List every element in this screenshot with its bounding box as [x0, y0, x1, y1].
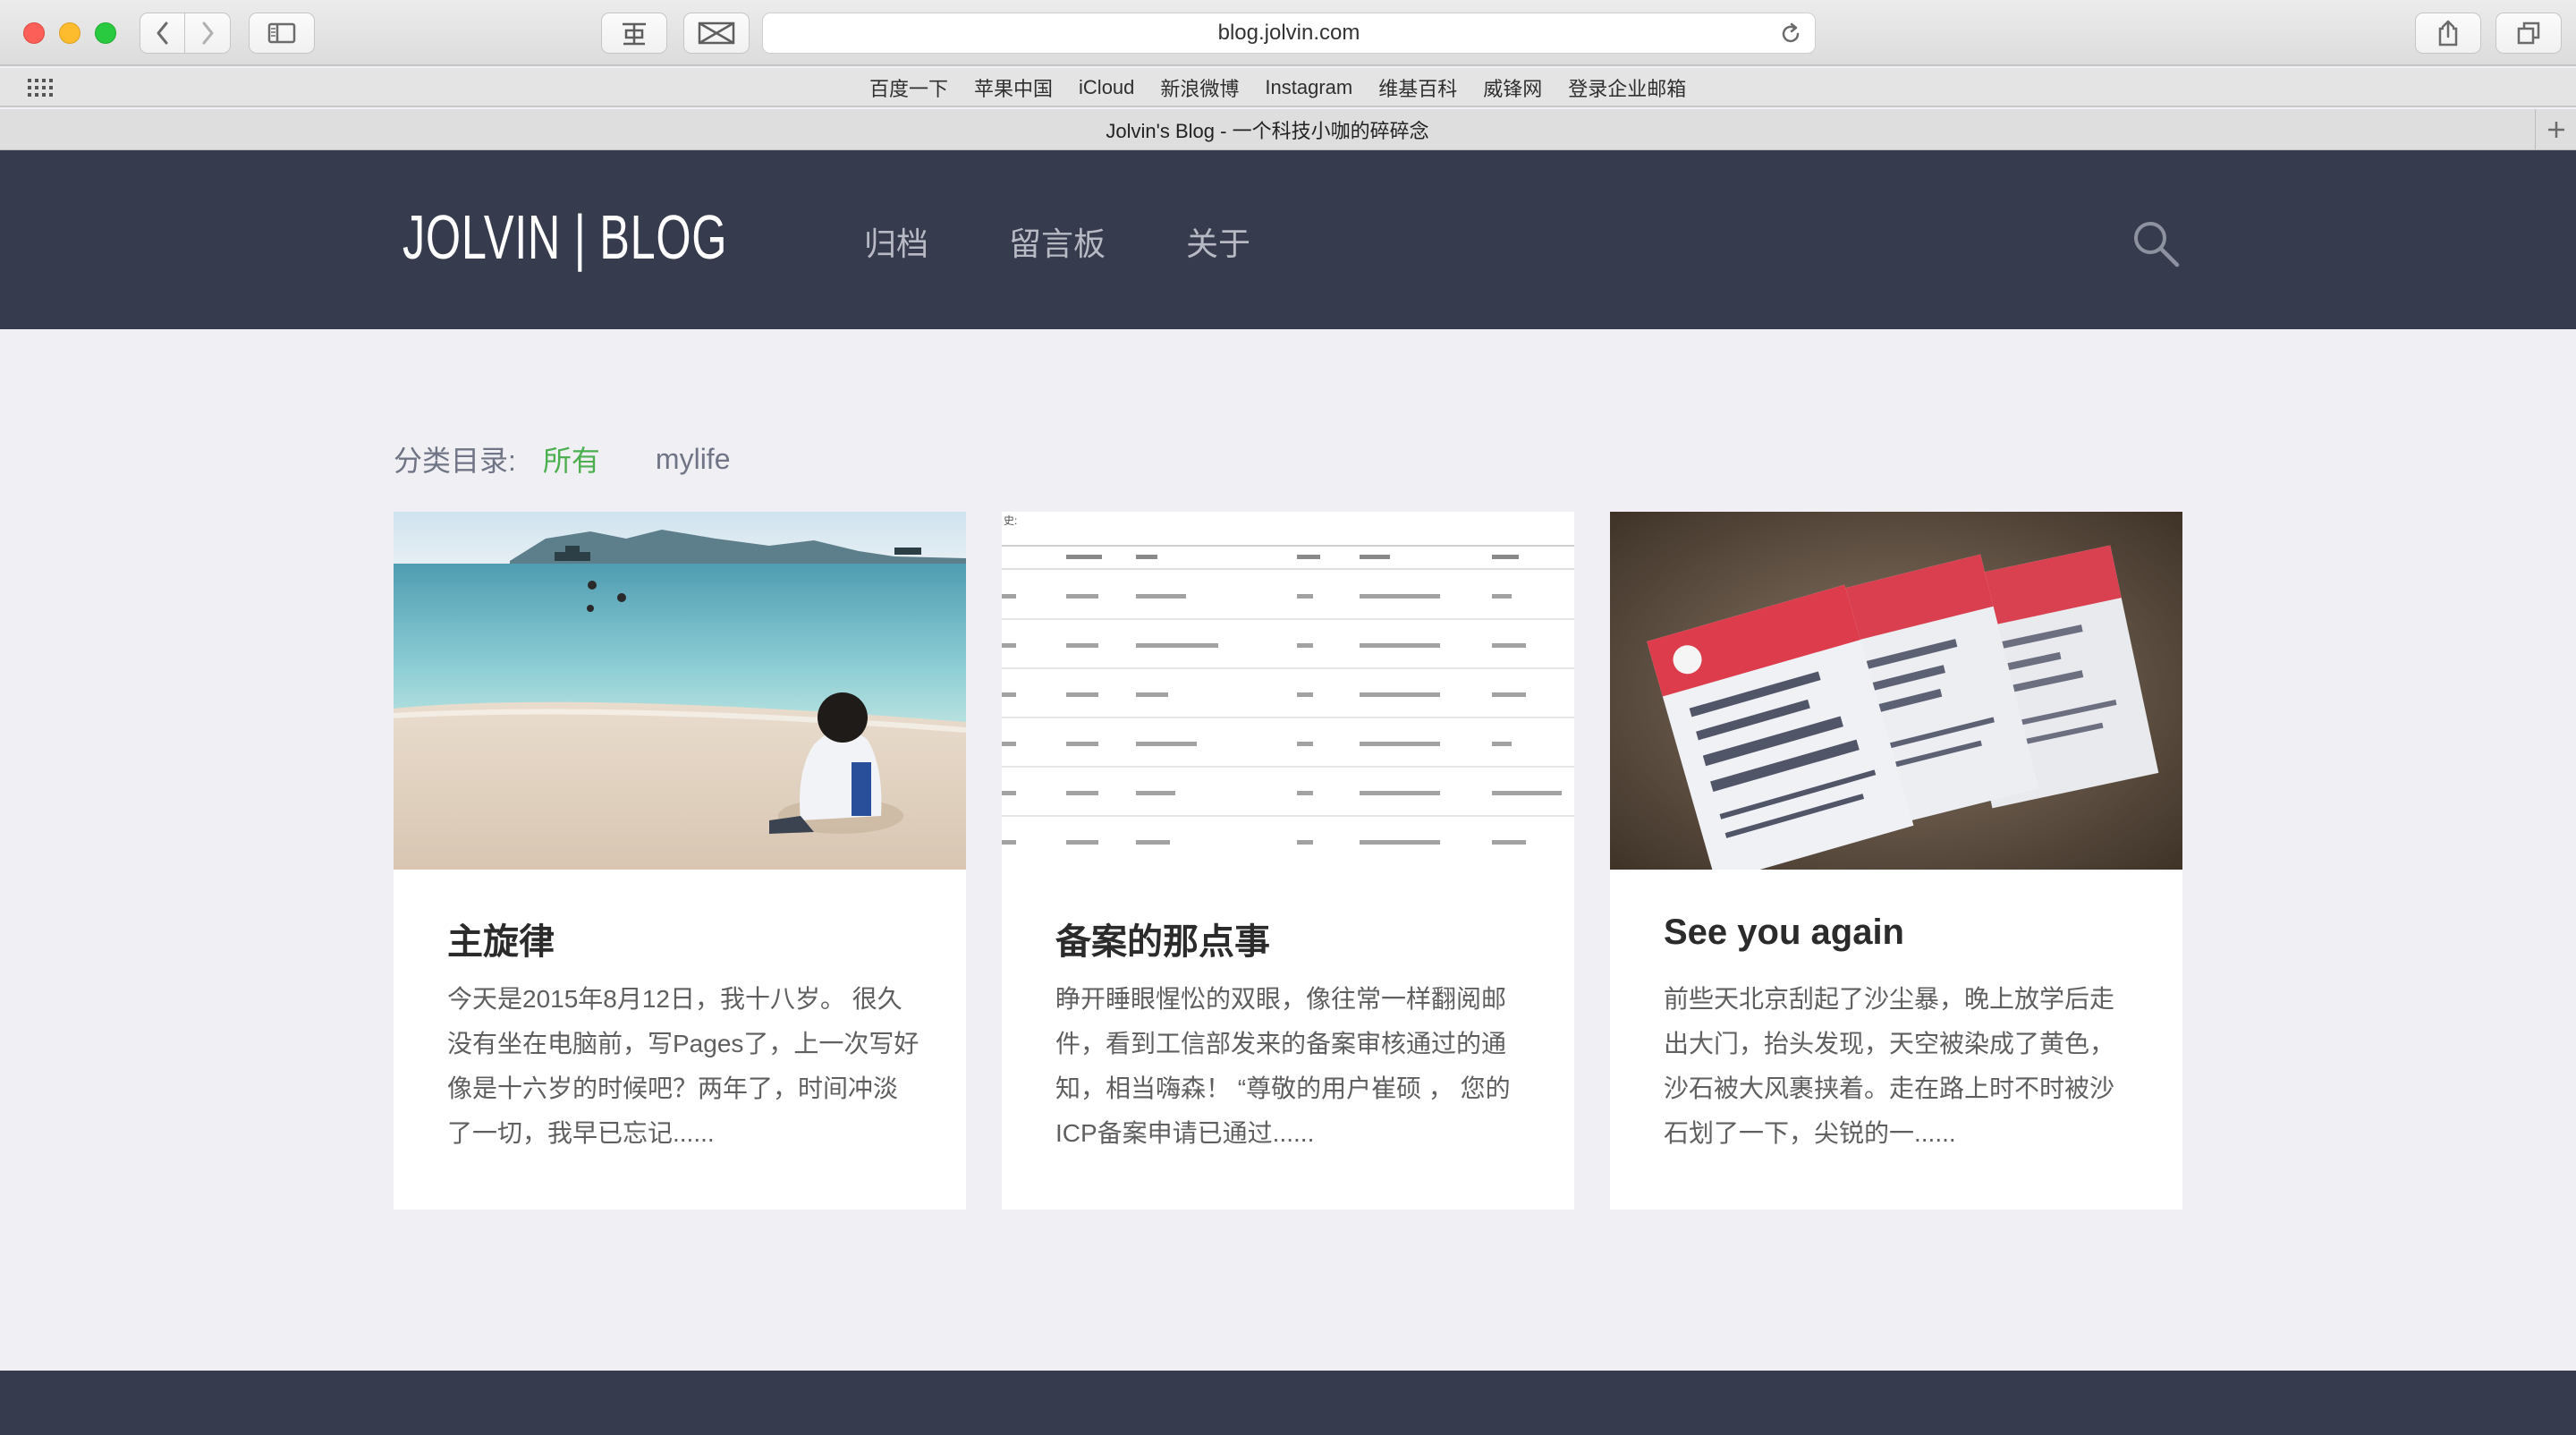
forward-button[interactable] [184, 13, 231, 54]
active-tab[interactable]: Jolvin's Blog - 一个科技小咖的碎碎念 [0, 109, 2535, 150]
minimize-window-button[interactable] [59, 22, 80, 44]
tabs-icon [2517, 21, 2540, 45]
favorite-weibo[interactable]: 新浪微博 [1160, 73, 1239, 102]
grid-icon[interactable] [27, 77, 54, 98]
post-excerpt: 今天是2015年8月12日，我十八岁。 很久没有坐在电脑前，写Pages了，上一… [447, 985, 919, 1147]
favorite-enterprise-mail[interactable]: 登录企业邮箱 [1568, 73, 1686, 102]
favorite-instagram[interactable]: Instagram [1265, 76, 1352, 99]
site-logo[interactable]: JOLVIN | BLOG [402, 206, 727, 268]
category-mylife[interactable]: mylife [656, 443, 731, 476]
category-filter: 分类目录: 所有 mylife [394, 438, 730, 480]
chevron-right-icon [202, 21, 214, 45]
post-title[interactable]: 备案的那点事 [1055, 913, 1270, 964]
share-icon [2438, 20, 2458, 47]
reader-button[interactable] [601, 13, 667, 54]
favorite-wikipedia[interactable]: 维基百科 [1378, 73, 1457, 102]
post-card[interactable]: See you again 前些天北京刮起了沙尘暴，晚上放学后走出大门，抬头发现… [1610, 512, 2182, 1210]
favorite-icloud[interactable]: iCloud [1079, 76, 1134, 99]
favorite-baidu[interactable]: 百度一下 [869, 73, 948, 102]
sidebar-button[interactable] [249, 13, 315, 54]
post-title[interactable]: See you again [1664, 913, 1904, 953]
post-title[interactable]: 主旋律 [447, 913, 555, 964]
tab-bar: Jolvin's Blog - 一个科技小咖的碎碎念 [0, 109, 2576, 150]
site-header: JOLVIN | BLOG 归档 留言板 关于 [0, 150, 2576, 329]
beach-photo[interactable] [394, 512, 966, 870]
nav-about[interactable]: 关于 [1186, 218, 1250, 265]
post-excerpt: 睁开睡眼惺忪的双眼，像往常一样翻阅邮件，看到工信部发来的备案审核通过的通知，相当… [1055, 985, 1511, 1147]
nav-guestbook[interactable]: 留言板 [1009, 218, 1106, 265]
tabs-overview-button[interactable] [2496, 13, 2562, 54]
post-card[interactable]: 史: 备案的那点事 睁开睡眼惺忪的双眼，像往常一样翻阅邮件，看到工信部发来的备案… [1002, 512, 1574, 1210]
svg-text:史:: 史: [1004, 514, 1017, 527]
favorite-apple-china[interactable]: 苹果中国 [974, 73, 1053, 102]
reload-icon[interactable] [1779, 22, 1802, 46]
category-label: 分类目录: [394, 445, 516, 477]
chevron-left-icon [157, 21, 168, 45]
plus-icon [2547, 122, 2564, 138]
nav-archive[interactable]: 归档 [864, 218, 928, 265]
post-card[interactable]: 主旋律 今天是2015年8月12日，我十八岁。 很久没有坐在电脑前，写Pages… [394, 512, 966, 1210]
search-icon[interactable] [2131, 218, 2181, 268]
main-nav: 归档 留言板 关于 [864, 218, 1250, 265]
browser-toolbar: blog.jolvin.com [0, 0, 2576, 66]
url-text: blog.jolvin.com [1217, 21, 1360, 45]
bowtie-icon [698, 21, 735, 45]
new-tab-button[interactable] [2535, 109, 2576, 150]
post-excerpt: 前些天北京刮起了沙尘暴，晚上放学后走出大门，抬头发现，天空被染成了黄色，沙石被大… [1664, 985, 2115, 1147]
favorite-weiphone[interactable]: 威锋网 [1483, 73, 1542, 102]
category-all[interactable]: 所有 [543, 438, 600, 480]
back-button[interactable] [140, 13, 186, 54]
favorites-bar: 百度一下 苹果中国 iCloud 新浪微博 Instagram 维基百科 威锋网… [0, 68, 2576, 107]
table-screenshot[interactable]: 史: [1002, 512, 1574, 870]
extension-button[interactable] [683, 13, 750, 54]
sidebar-icon [267, 22, 296, 44]
movie-tickets-photo[interactable] [1610, 512, 2182, 870]
close-window-button[interactable] [23, 22, 45, 44]
address-bar[interactable]: blog.jolvin.com [762, 13, 1816, 54]
site-footer [0, 1371, 2576, 1435]
share-button[interactable] [2415, 13, 2481, 54]
reader-icon [623, 22, 646, 46]
maximize-window-button[interactable] [95, 22, 116, 44]
